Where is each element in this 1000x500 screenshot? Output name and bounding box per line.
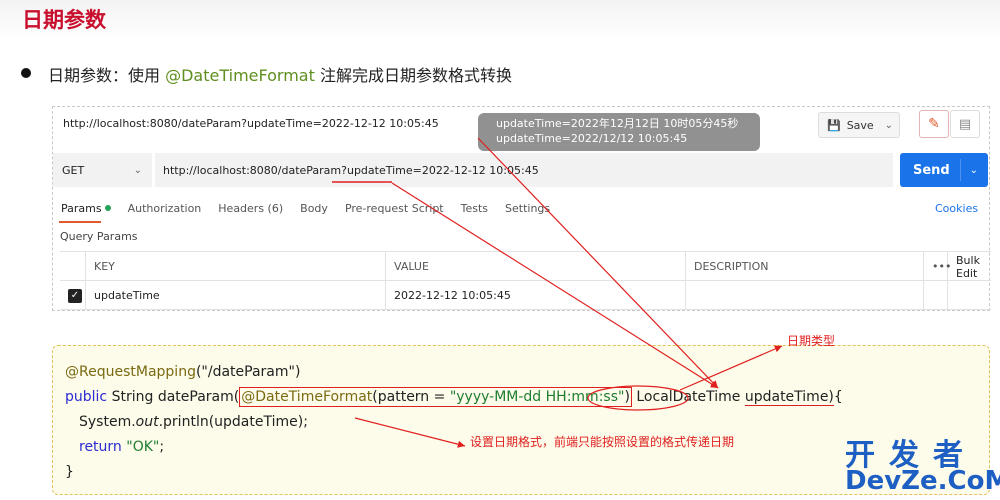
tab-headers[interactable]: Headers (6) <box>218 202 283 218</box>
slide-header-bar <box>0 0 1000 40</box>
column-header-value: VALUE <box>386 252 686 281</box>
more-options-icon[interactable]: ••• <box>924 252 951 281</box>
tab-pre-request-script[interactable]: Pre-request Script <box>345 202 444 218</box>
method-select[interactable]: GET ⌄ <box>53 153 153 187</box>
save-button[interactable]: 💾 Save ⌄ <box>818 112 900 138</box>
row-spacer <box>948 281 991 310</box>
send-divider <box>960 159 961 181</box>
method-value: GET <box>62 163 85 177</box>
semicolon: ; <box>159 439 165 455</box>
request-title: http://localhost:8080/dateParam?updateTi… <box>63 117 439 130</box>
tab-params[interactable]: Params <box>61 202 111 218</box>
keyword-public: public <box>65 389 108 405</box>
param-name: updateTime) <box>744 389 834 406</box>
date-format-label: 设置日期格式，前端只能按照设置的格式传递日期 <box>470 435 735 449</box>
request-mapping-annotation: @RequestMapping <box>65 364 196 380</box>
bullet-dot <box>21 68 31 78</box>
tab-body[interactable]: Body <box>300 202 328 218</box>
active-dot-icon <box>104 205 111 211</box>
code-line-5: } <box>65 464 74 480</box>
edit-icon[interactable]: ✎ <box>919 110 949 138</box>
bullet-annotation: @DateTimeFormat <box>165 66 315 85</box>
request-mapping-arg: ("/dateParam") <box>195 364 301 380</box>
bullet-suffix: 注解完成日期参数格式转换 <box>314 66 512 85</box>
send-label: Send <box>913 162 950 178</box>
chevron-down-icon: ⌄ <box>133 164 142 176</box>
pattern-string: "yyyy-MM-dd HH:mm:ss" <box>449 389 625 405</box>
params-table: KEY VALUE DESCRIPTION ••• Bulk Edit ✓ up… <box>60 251 991 310</box>
watermark-en: DevZe.CoM <box>845 466 1000 496</box>
bullet-text: 日期参数：使用 @DateTimeFormat 注解完成日期参数格式转换 <box>48 62 512 86</box>
save-icon: 💾 <box>827 118 841 132</box>
column-header-key: KEY <box>86 252 386 281</box>
param-description[interactable] <box>686 281 924 310</box>
request-tabs: Params Authorization Headers (6) Body Pr… <box>61 202 567 218</box>
datetimeformat-highlight: @DateTimeFormat(pattern = "yyyy-MM-dd HH… <box>239 387 632 407</box>
send-button[interactable]: Send ⌄ <box>900 153 988 187</box>
return-type: String <box>107 389 158 405</box>
date-type-label: 日期类型 <box>787 334 836 348</box>
save-label: Save <box>846 118 874 132</box>
bulk-edit-link[interactable]: Bulk Edit <box>948 252 991 281</box>
tab-tests[interactable]: Tests <box>461 202 488 218</box>
keyword-return: return <box>79 439 122 455</box>
param-key[interactable]: updateTime <box>86 281 386 310</box>
row-spacer <box>924 281 948 310</box>
system-ref: System. <box>79 414 136 430</box>
table-header-row: KEY VALUE DESCRIPTION ••• Bulk Edit <box>60 252 991 281</box>
param-type: LocalDateTime <box>636 389 741 405</box>
tab-authorization[interactable]: Authorization <box>128 202 202 218</box>
chevron-down-icon[interactable]: ⌄ <box>970 165 978 176</box>
date-examples-tooltip: updateTime=2022年12月12日 10时05分45秒 updateT… <box>478 113 760 151</box>
active-tab-indicator <box>59 221 101 223</box>
pattern-open: (pattern = <box>372 389 450 405</box>
query-params-title: Query Params <box>60 230 138 243</box>
param-value[interactable]: 2022-12-12 10:05:45 <box>386 281 686 310</box>
pattern-close: ) <box>624 389 630 405</box>
param-checkbox[interactable]: ✓ <box>68 288 82 303</box>
code-line-3: System.out.println(updateTime); <box>79 414 308 430</box>
code-line-4: return "OK"; <box>79 439 164 455</box>
table-row: ✓ updateTime 2022-12-12 10:05:45 <box>60 281 991 310</box>
comment-icon[interactable]: ▤ <box>950 110 980 138</box>
chevron-down-icon[interactable]: ⌄ <box>885 120 893 131</box>
code-line-1: @RequestMapping("/dateParam") <box>65 364 300 380</box>
code-line-2: public String dateParam(@DateTimeFormat(… <box>65 387 843 407</box>
datetimeformat-annotation: @DateTimeFormat <box>241 389 373 405</box>
header-checkbox-cell <box>60 252 86 281</box>
row-checkbox-cell: ✓ <box>60 281 86 310</box>
println-call: .println(updateTime); <box>158 414 308 430</box>
url-input[interactable]: http://localhost:8080/dateParam?updateTi… <box>155 153 893 187</box>
bullet-prefix: 日期参数：使用 <box>48 66 166 85</box>
tooltip-line-2: updateTime=2022/12/12 10:05:45 <box>496 132 688 145</box>
return-string: "OK" <box>121 439 160 455</box>
out-ref: out <box>135 414 159 430</box>
method-name: dateParam( <box>157 389 240 405</box>
cookies-link[interactable]: Cookies <box>935 202 978 215</box>
brace-open: { <box>833 389 843 405</box>
slide-title: 日期参数 <box>22 8 106 32</box>
column-header-description: DESCRIPTION <box>686 252 924 281</box>
tab-settings[interactable]: Settings <box>505 202 550 218</box>
tooltip-line-1: updateTime=2022年12月12日 10时05分45秒 <box>496 117 739 130</box>
